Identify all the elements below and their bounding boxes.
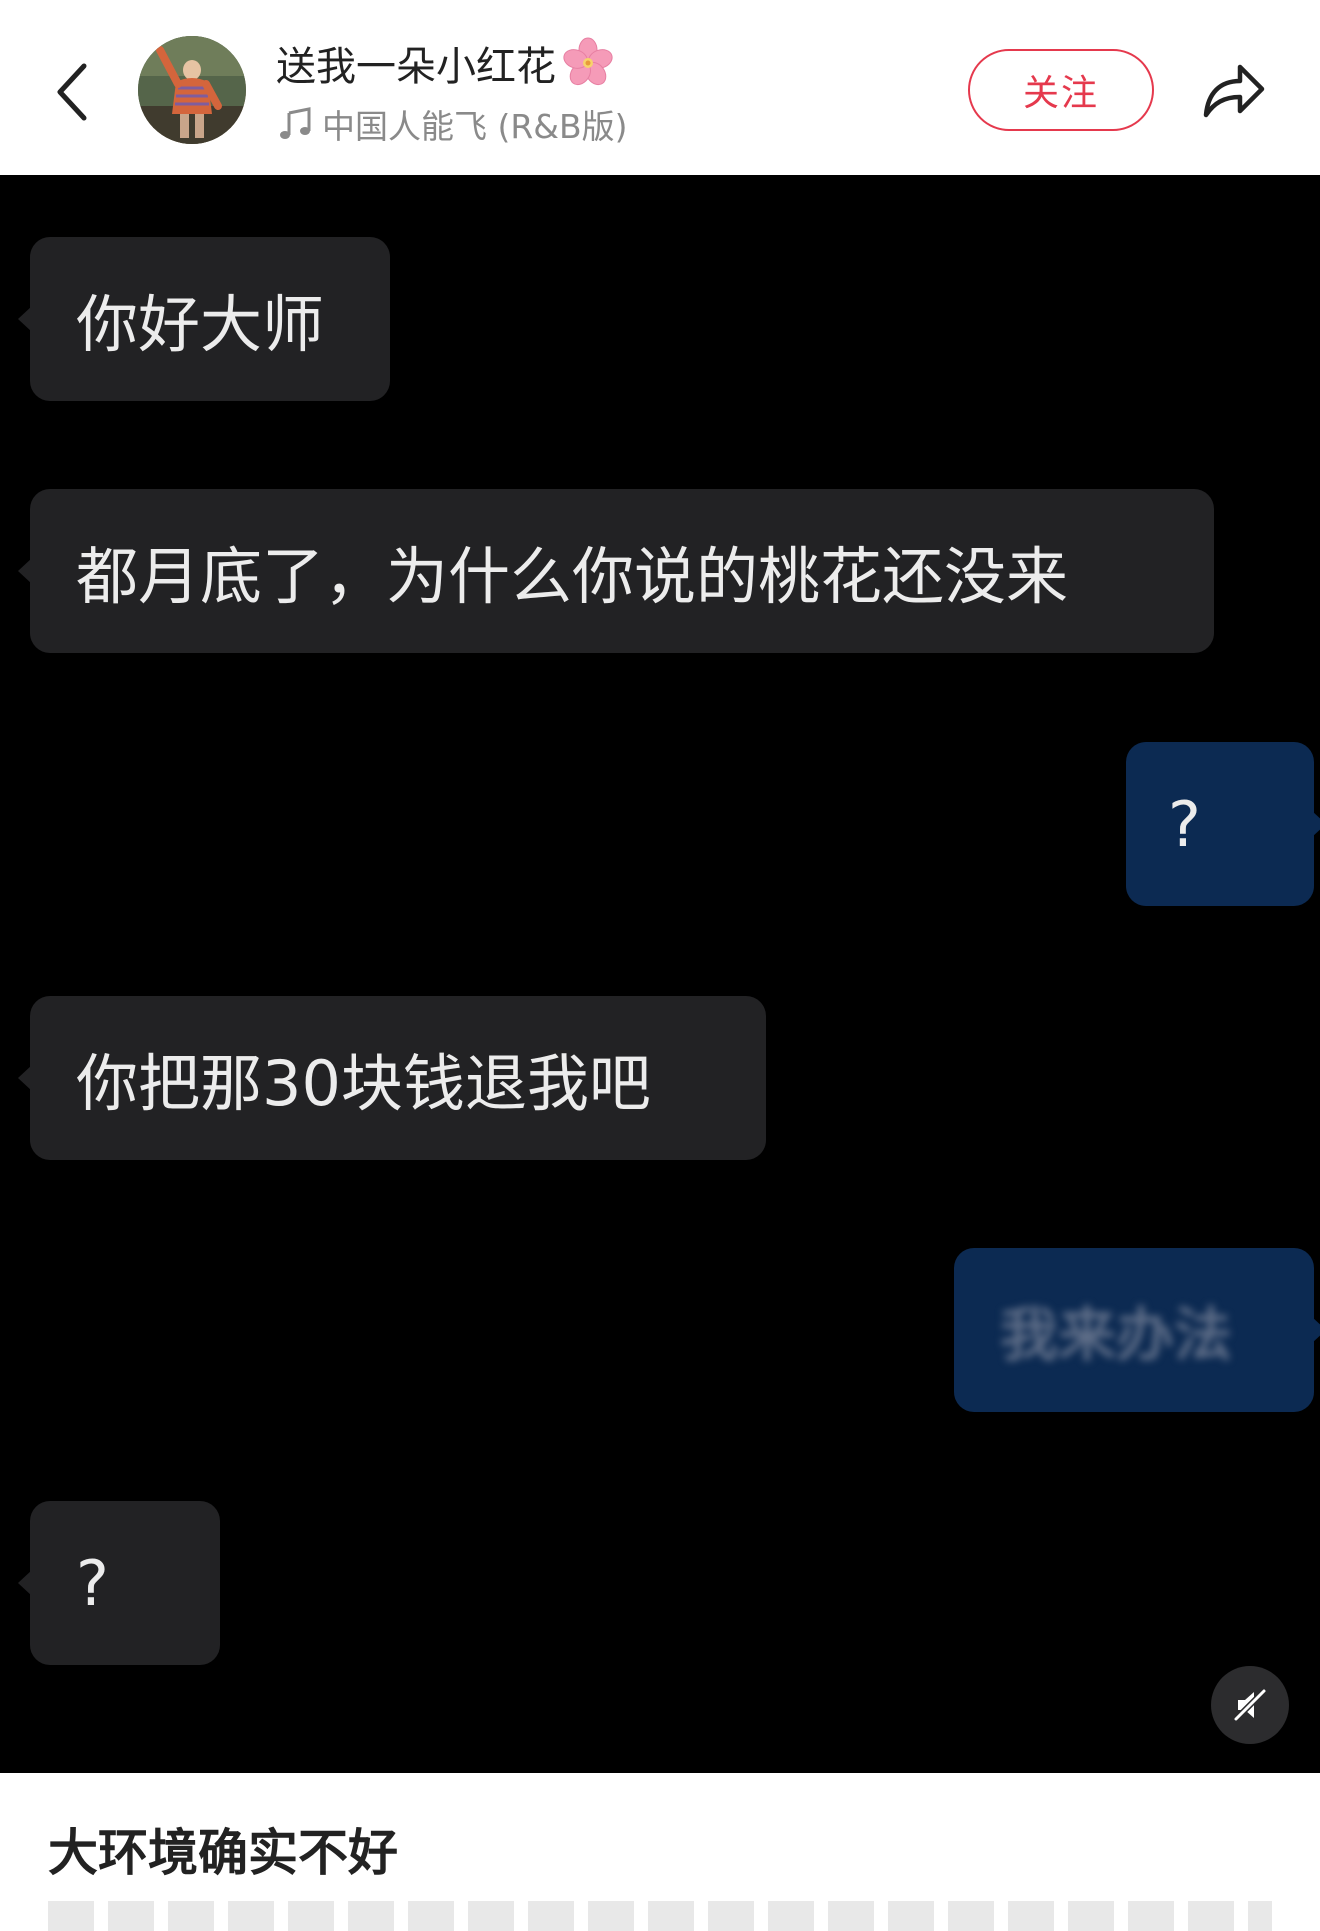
follow-button[interactable]: 关注 <box>968 49 1154 131</box>
message-text: ? <box>1168 787 1201 861</box>
message-text-blurred: 我来办法 <box>1000 1301 1233 1369</box>
cherry-blossom-icon <box>563 37 613 86</box>
chevron-left-icon <box>57 63 87 121</box>
message-text: ? <box>76 1546 109 1620</box>
chat-message-left: 你好大师 <box>18 237 390 401</box>
post-image[interactable]: 你好大师 都月底了，为什么你说的桃花还没来 ? 你把那30块钱退我吧 我来办法 … <box>0 175 1320 1773</box>
chat-message-right-blurred: 我来办法 <box>954 1248 1320 1412</box>
chat-message-left: 都月底了，为什么你说的桃花还没来 <box>18 489 1214 653</box>
post-caption: 大环境确实不好 <box>0 1773 1320 1931</box>
back-button[interactable] <box>42 52 102 132</box>
music-title: 中国人能飞 (R&B版) <box>322 107 628 146</box>
message-text: 你好大师 <box>76 288 325 361</box>
share-button[interactable] <box>1196 52 1272 128</box>
message-text: 你把那30块钱退我吧 <box>76 1047 651 1120</box>
speaker-muted-icon <box>1233 1688 1267 1722</box>
message-text: 都月底了，为什么你说的桃花还没来 <box>76 540 1069 613</box>
caption-body-cut-off <box>48 1901 1272 1931</box>
post-title: 大环境确实不好 <box>48 1824 398 1882</box>
user-name-text: 送我一朵小红花 <box>276 44 556 90</box>
chat-message-left: 你把那30块钱退我吧 <box>18 996 766 1160</box>
chat-message-left: ? <box>18 1501 220 1665</box>
post-header: 送我一朵小红花 中国人能飞 (R&B版) 关注 <box>0 0 1320 175</box>
user-name[interactable]: 送我一朵小红花 <box>276 34 616 92</box>
music-note-icon <box>280 107 311 139</box>
music-info[interactable]: 中国人能飞 (R&B版) <box>276 100 628 148</box>
avatar[interactable] <box>138 36 246 144</box>
mute-button[interactable] <box>1211 1666 1289 1744</box>
share-arrow-icon <box>1203 64 1265 118</box>
chat-message-right: ? <box>1126 742 1320 906</box>
